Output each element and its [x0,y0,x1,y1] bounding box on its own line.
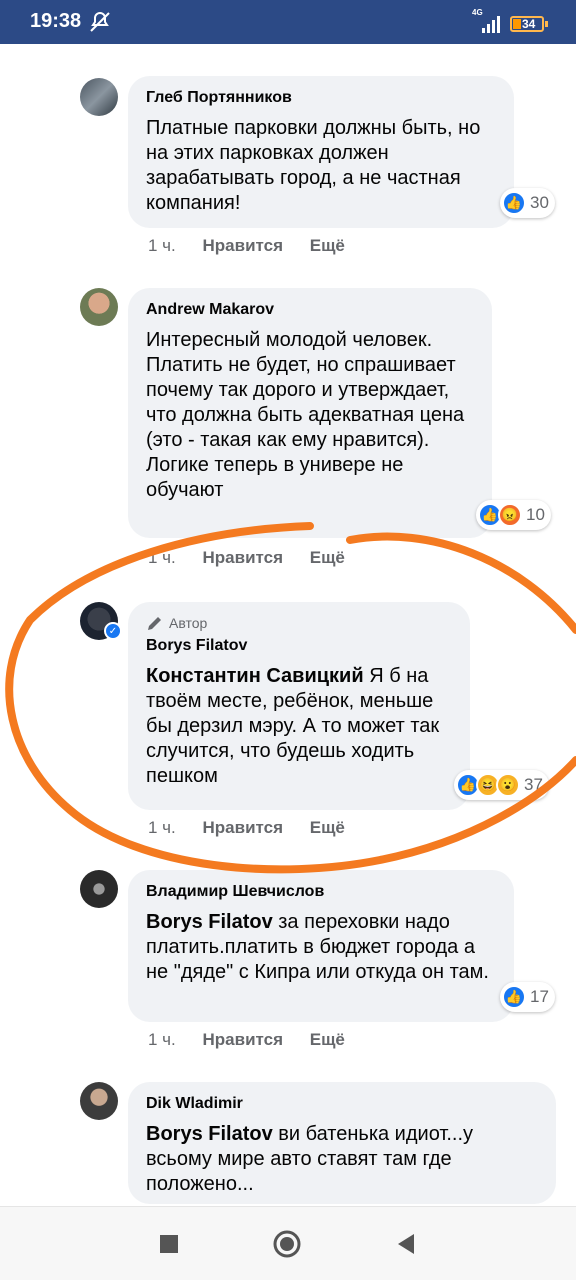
comment-text: Borys Filatov ви батенька идиот...у всьо… [146,1122,538,1197]
reaction-summary[interactable]: 👍 😆 😮 37 [454,770,549,800]
comment-actions: 1 ч. Нравится Ещё [148,1030,367,1050]
author-badge-label: Автор [169,615,208,631]
comment-author[interactable]: Borys Filatov [146,636,452,656]
system-nav-bar [0,1206,576,1280]
author-badge: Автор [146,614,452,632]
verified-icon: ✓ [104,622,122,640]
avatar[interactable] [80,288,118,326]
comment-time[interactable]: 1 ч. [148,548,176,568]
more-button[interactable]: Ещё [310,236,345,256]
comment-text: Borys Filatov за переховки надо платить.… [146,910,496,985]
wow-reaction-icon: 😮 [496,773,520,797]
signal-icon [482,16,500,33]
mute-icon [90,11,110,32]
reaction-summary[interactable]: 👍 😠 10 [476,500,551,530]
avatar[interactable] [80,1082,118,1120]
comment-actions: 1 ч. Нравится Ещё [148,818,367,838]
comment-time[interactable]: 1 ч. [148,818,176,838]
comment-bubble: Автор Borys Filatov Константин Савицкий … [128,602,470,810]
avatar[interactable] [80,78,118,116]
mention-link[interactable]: Константин Савицкий [146,665,364,687]
mention-link[interactable]: Borys Filatov [146,1123,273,1145]
reaction-summary[interactable]: 👍 30 [500,188,555,218]
comment-bubble: Dik Wladimir Borys Filatov ви батенька и… [128,1082,556,1204]
more-button[interactable]: Ещё [310,818,345,838]
like-reaction-icon: 👍 [502,191,526,215]
like-button[interactable]: Нравится [203,818,284,838]
avatar[interactable] [80,870,118,908]
status-bar: 19:38 4G 34 [0,0,576,44]
comment-text: Платные парковки должны быть, но на этих… [146,117,481,214]
comment-author[interactable]: Andrew Makarov [146,300,474,320]
like-reaction-icon: 👍 [502,985,526,1009]
battery-level: 34 [522,17,536,31]
angry-reaction-icon: 😠 [498,503,522,527]
pencil-icon [148,617,161,630]
reaction-count: 10 [526,505,545,524]
more-button[interactable]: Ещё [310,548,345,568]
battery-icon: 34 [510,16,548,32]
status-time: 19:38 [30,10,82,32]
comment-time[interactable]: 1 ч. [148,236,176,256]
mention-link[interactable]: Borys Filatov [146,911,273,933]
comment-actions: 1 ч. Нравится Ещё [148,236,367,256]
comment-text: Константин Савицкий Я б на твоём месте, … [146,664,452,789]
comment-author[interactable]: Владимир Шевчислов [146,882,496,902]
reaction-summary[interactable]: 👍 17 [500,982,555,1012]
like-button[interactable]: Нравится [203,1030,284,1050]
comment-actions: 1 ч. Нравится Ещё [148,548,367,568]
circle-nav-icon[interactable] [272,1229,302,1259]
like-button[interactable]: Нравится [203,548,284,568]
like-button[interactable]: Нравится [203,236,284,256]
reaction-count: 30 [530,193,549,212]
back-nav-icon[interactable] [392,1229,422,1259]
square-nav-icon[interactable] [154,1229,184,1259]
more-button[interactable]: Ещё [310,1030,345,1050]
reaction-count: 37 [524,775,543,794]
comment-bubble: Andrew Makarov Интересный молодой челове… [128,288,492,538]
comment-bubble: Владимир Шевчислов Borys Filatov за пере… [128,870,514,1022]
comment-author[interactable]: Глеб Портянников [146,88,496,108]
comment-text: Интересный молодой человек. Платить не б… [146,329,465,501]
comment-bubble: Глеб Портянников Платные парковки должны… [128,76,514,228]
comment-time[interactable]: 1 ч. [148,1030,176,1050]
comment-author[interactable]: Dik Wladimir [146,1094,538,1114]
reaction-count: 17 [530,987,549,1006]
